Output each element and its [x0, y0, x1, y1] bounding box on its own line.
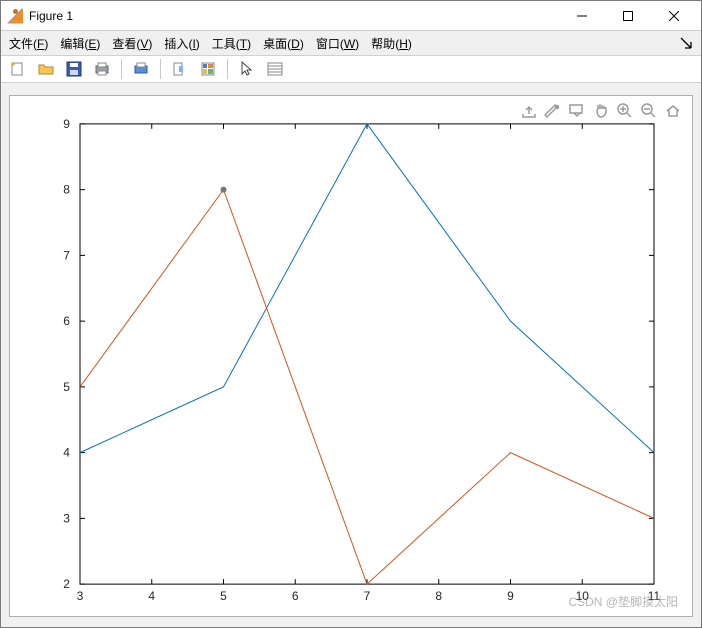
save-button[interactable]	[61, 57, 87, 81]
new-figure-button[interactable]	[5, 57, 31, 81]
svg-text:9: 9	[507, 589, 514, 603]
watermark: CSDN @垫脚摸太阳	[568, 593, 678, 610]
toolbar-separator	[121, 59, 122, 79]
close-button[interactable]	[651, 1, 697, 31]
svg-text:8: 8	[435, 589, 442, 603]
toolbar	[1, 55, 701, 83]
print-button[interactable]	[89, 57, 115, 81]
toolbar-separator	[227, 59, 228, 79]
svg-text:9: 9	[63, 117, 70, 131]
svg-text:2: 2	[63, 577, 70, 591]
app-icon	[7, 8, 23, 24]
figure-window: Figure 1 文件(F) 编辑(E) 查看(V) 插入(I) 工具(T) 桌…	[0, 0, 702, 628]
menubar: 文件(F) 编辑(E) 查看(V) 插入(I) 工具(T) 桌面(D) 窗口(W…	[1, 31, 701, 55]
menu-insert[interactable]: 插入(I)	[164, 35, 199, 52]
axes[interactable]: 3456789101123456789	[10, 96, 692, 616]
figure-canvas: 3456789101123456789 CSDN @垫脚摸太阳	[9, 95, 693, 617]
svg-text:3: 3	[63, 511, 70, 525]
dock-arrow-icon[interactable]	[679, 36, 693, 50]
svg-text:5: 5	[220, 589, 227, 603]
svg-text:8: 8	[63, 183, 70, 197]
menu-desktop[interactable]: 桌面(D)	[263, 35, 304, 52]
svg-text:7: 7	[364, 589, 371, 603]
minimize-button[interactable]	[559, 1, 605, 31]
toolbar-separator	[160, 59, 161, 79]
menu-view[interactable]: 查看(V)	[112, 35, 152, 52]
titlebar: Figure 1	[1, 1, 701, 31]
svg-text:4: 4	[148, 589, 155, 603]
svg-text:7: 7	[63, 248, 70, 262]
menu-window[interactable]: 窗口(W)	[316, 35, 359, 52]
svg-text:5: 5	[63, 380, 70, 394]
data-cursor-button[interactable]	[262, 57, 288, 81]
print-preview-button[interactable]	[128, 57, 154, 81]
menu-tools[interactable]: 工具(T)	[212, 35, 251, 52]
svg-text:6: 6	[292, 589, 299, 603]
colorbar-button[interactable]	[195, 57, 221, 81]
open-button[interactable]	[33, 57, 59, 81]
window-title: Figure 1	[29, 9, 559, 23]
maximize-button[interactable]	[605, 1, 651, 31]
menu-edit[interactable]: 编辑(E)	[60, 35, 100, 52]
svg-text:6: 6	[63, 314, 70, 328]
svg-text:4: 4	[63, 446, 70, 460]
link-button[interactable]	[167, 57, 193, 81]
menu-help[interactable]: 帮助(H)	[371, 35, 412, 52]
svg-text:3: 3	[77, 589, 84, 603]
menu-file[interactable]: 文件(F)	[9, 35, 48, 52]
cursor-button[interactable]	[234, 57, 260, 81]
